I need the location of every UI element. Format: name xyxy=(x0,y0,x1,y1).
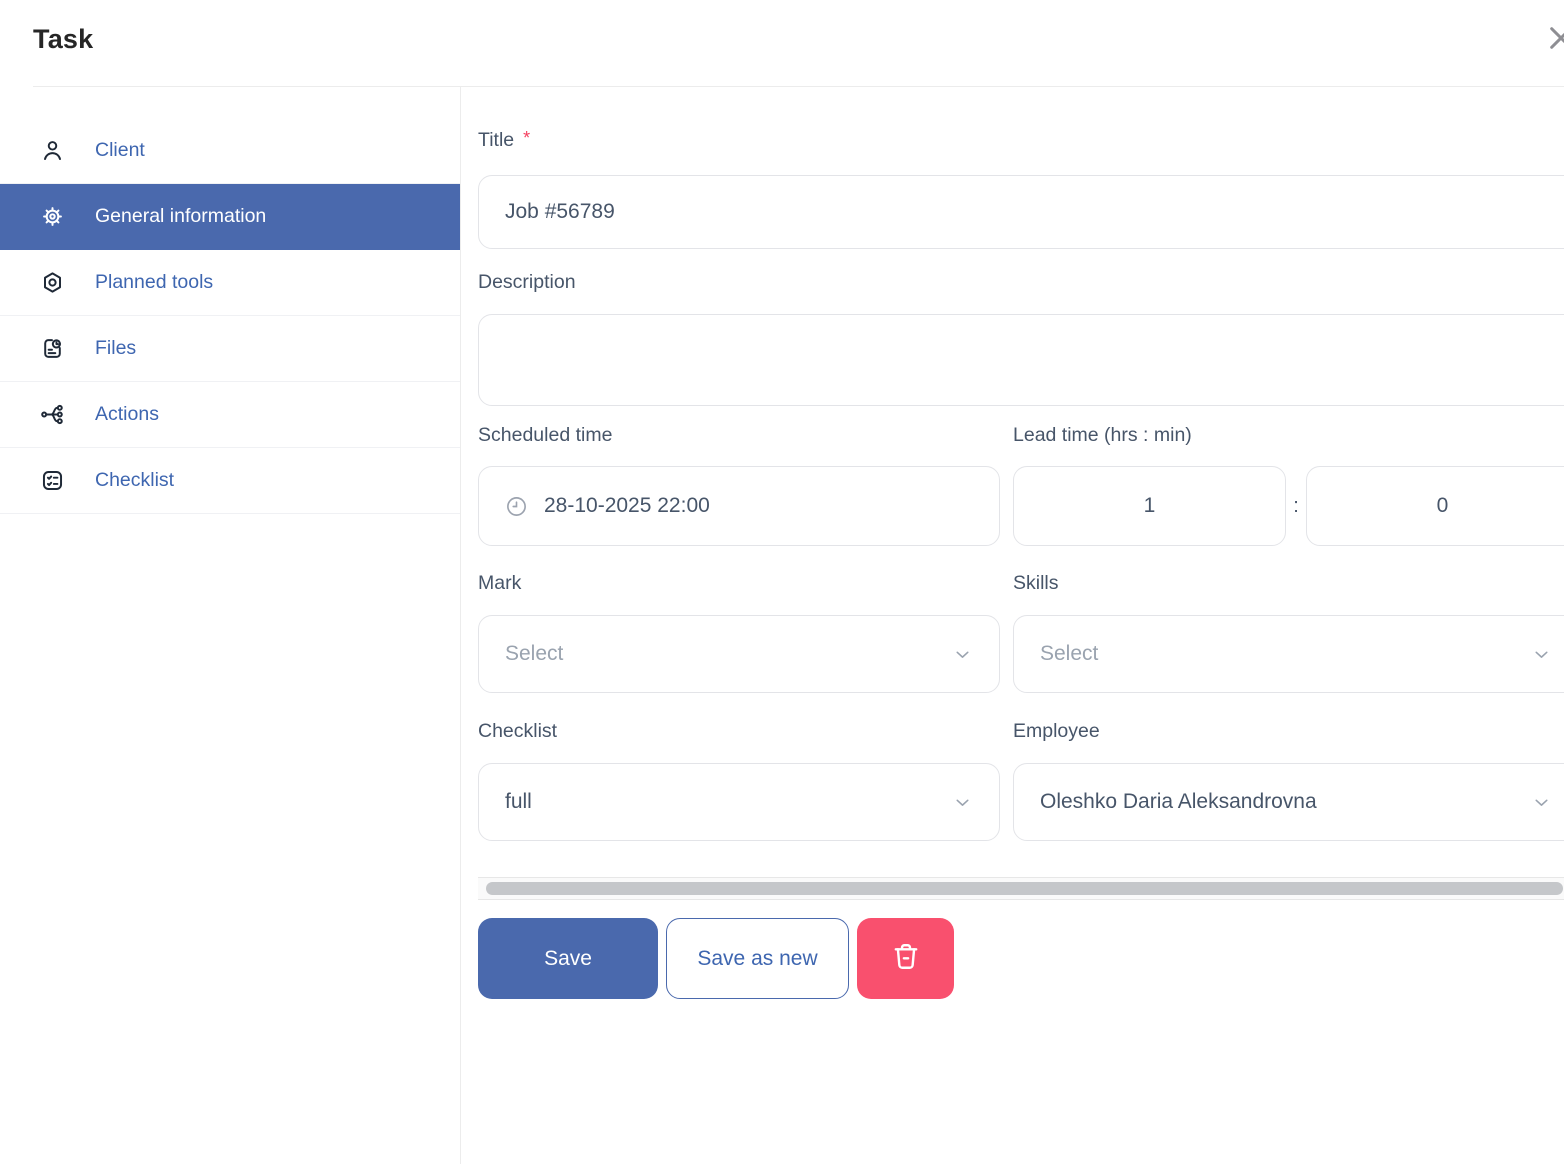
sidebar-item-checklist[interactable]: Checklist xyxy=(0,448,460,514)
trash-icon xyxy=(889,939,923,979)
checklist-icon xyxy=(40,468,65,493)
header-divider xyxy=(33,86,1564,87)
close-icon[interactable] xyxy=(1545,22,1564,54)
save-as-new-button[interactable]: Save as new xyxy=(666,918,849,999)
sidebar-item-client[interactable]: Client xyxy=(0,118,460,184)
checklist-select[interactable]: full xyxy=(478,763,1000,841)
skills-select[interactable]: Select xyxy=(1013,615,1564,693)
lead-time-field-group: Lead time (hrs : min) : xyxy=(1013,424,1564,546)
mark-field-group: Mark Select xyxy=(478,572,1000,693)
checklist-label: Checklist xyxy=(478,720,557,743)
skills-select-placeholder: Select xyxy=(1040,642,1098,666)
sidebar-item-label: Files xyxy=(95,337,136,360)
required-asterisk: * xyxy=(523,128,530,148)
scheduled-time-picker[interactable]: 28-10-2025 22:00 xyxy=(478,466,1000,546)
sidebar-item-planned-tools[interactable]: Planned tools xyxy=(0,250,460,316)
lead-time-separator: : xyxy=(1286,495,1306,518)
checklist-select-value: full xyxy=(505,790,532,814)
user-icon xyxy=(40,138,65,163)
horizontal-scrollbar-track[interactable] xyxy=(478,877,1564,900)
mark-select[interactable]: Select xyxy=(478,615,1000,693)
sidebar-item-label: Client xyxy=(95,139,145,162)
description-textarea[interactable] xyxy=(478,314,1564,406)
hexagon-nut-icon xyxy=(40,270,65,295)
flow-branch-icon xyxy=(40,402,65,427)
lead-time-hours-input[interactable] xyxy=(1013,466,1286,546)
lead-time-minutes-input[interactable] xyxy=(1306,466,1564,546)
scheduled-time-field-group: Scheduled time 28-10-2025 22:00 xyxy=(478,424,1000,546)
sidebar: Client General information Planned tools xyxy=(0,87,461,1164)
title-input[interactable] xyxy=(478,175,1564,249)
chevron-down-icon xyxy=(952,644,973,665)
mark-select-placeholder: Select xyxy=(505,642,563,666)
clock-icon xyxy=(505,495,528,518)
lead-time-label: Lead time (hrs : min) xyxy=(1013,424,1192,447)
employee-label: Employee xyxy=(1013,720,1100,743)
sidebar-item-label: Actions xyxy=(95,403,159,426)
scheduled-time-value: 28-10-2025 22:00 xyxy=(544,494,710,518)
sidebar-item-general-information[interactable]: General information xyxy=(0,184,460,250)
modal-header: Task xyxy=(0,0,1564,87)
horizontal-scrollbar-thumb[interactable] xyxy=(486,882,1563,895)
description-label: Description xyxy=(478,271,576,294)
skills-field-group: Skills Select xyxy=(1013,572,1564,693)
chevron-down-icon xyxy=(1531,644,1552,665)
title-label: Title xyxy=(478,129,514,152)
task-form: Title* Description Scheduled time 28 xyxy=(461,87,1564,1164)
form-actions: Save Save as new xyxy=(478,918,1564,999)
title-field-group: Title * xyxy=(478,128,1564,249)
mark-label: Mark xyxy=(478,572,521,595)
chevron-down-icon xyxy=(1531,792,1552,813)
mark-skills-row: Mark Select Skills Select xyxy=(478,572,1564,693)
description-field-group: Description xyxy=(478,249,1564,406)
employee-select[interactable]: Oleshko Daria Aleksandrovna xyxy=(1013,763,1564,841)
gear-icon xyxy=(40,204,65,229)
checklist-field-group: Checklist full xyxy=(478,720,1000,841)
sidebar-item-label: General information xyxy=(95,205,266,228)
file-clock-icon xyxy=(40,336,65,361)
time-row: Scheduled time 28-10-2025 22:00 Lead tim… xyxy=(478,424,1564,546)
delete-button[interactable] xyxy=(857,918,954,999)
sidebar-item-label: Checklist xyxy=(95,469,174,492)
lead-time-inputs: : xyxy=(1013,466,1564,546)
employee-field-group: Employee Oleshko Daria Aleksandrovna xyxy=(1013,720,1564,841)
page-title: Task xyxy=(33,24,93,55)
sidebar-item-files[interactable]: Files xyxy=(0,316,460,382)
scheduled-time-label: Scheduled time xyxy=(478,424,612,447)
sidebar-item-actions[interactable]: Actions xyxy=(0,382,460,448)
skills-label: Skills xyxy=(1013,572,1059,595)
chevron-down-icon xyxy=(952,792,973,813)
sidebar-item-label: Planned tools xyxy=(95,271,213,294)
checklist-employee-row: Checklist full Employee Oleshko Daria Al… xyxy=(478,720,1564,841)
task-modal: { "header": { "title": "Task" }, "sideba… xyxy=(0,0,1564,1164)
save-button[interactable]: Save xyxy=(478,918,658,999)
employee-select-value: Oleshko Daria Aleksandrovna xyxy=(1040,790,1317,814)
modal-body: Client General information Planned tools xyxy=(0,87,1564,1164)
